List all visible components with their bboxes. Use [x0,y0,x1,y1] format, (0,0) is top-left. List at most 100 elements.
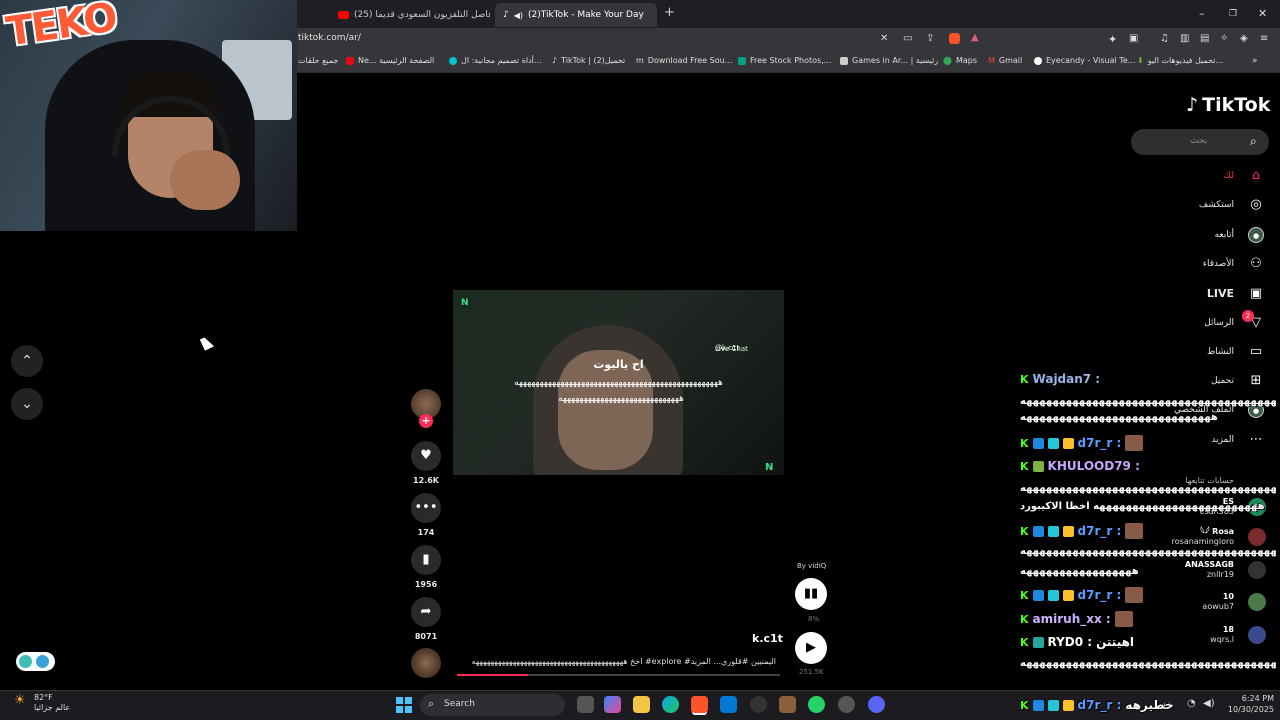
next-video-button[interactable]: ⌄ [11,388,43,420]
video-player[interactable]: N Live Chat @k.c1t اح ياليوت ههههههههههه… [453,290,784,475]
nav-item-label[interactable]: المزيد [1211,435,1234,445]
tiktok-logo[interactable]: ♪ TikTok [1186,94,1270,116]
chat-emote [1125,435,1144,451]
compass-icon[interactable]: ◎ [1248,197,1264,213]
url-field[interactable]: tiktok.com/ar/ [298,33,361,43]
no-tracking-icon[interactable]: ✕ [880,33,888,44]
upload-icon[interactable]: ⊞ [1248,373,1264,389]
follow-button[interactable]: + [419,414,433,428]
vidiq-toggle[interactable] [16,652,55,671]
whatsapp-icon[interactable] [808,696,825,713]
taskbar-clock[interactable]: 6:24 PM 10/30/2025 [1204,693,1274,715]
chat-username[interactable]: d7r_r : [1078,698,1122,712]
previous-video-button[interactable]: ⌃ [11,345,43,377]
search-icon[interactable]: ⌕ [1250,134,1257,149]
play-button[interactable]: ▶ [795,632,827,664]
following-avatar-icon[interactable]: ● [1248,227,1264,243]
friends-icon[interactable]: ⚇ [1248,256,1264,272]
bookmark-item[interactable]: جميع حلقات [298,56,338,65]
leo-icon[interactable]: ✧ [1220,33,1228,44]
bookmark-item[interactable]: Games in Ar... | رئيسية [840,56,938,65]
bookmark-item[interactable]: M Gmail [988,56,1022,65]
activity-icon[interactable]: ▭ [1248,344,1264,360]
following-account[interactable]: 18 wqrs.l [1210,625,1234,645]
start-button[interactable] [396,697,412,713]
bookmark-item[interactable]: ⬇ تحميل فيديوهات اليو... [1137,56,1223,65]
brave-rewards-icon[interactable]: ▲ [971,32,979,43]
tab-youtube[interactable]: (25) فاصل التلفزيون السعودي قديما - [330,3,490,27]
more-bookmarks-icon[interactable]: » [1252,56,1258,66]
vidiq-stats-button[interactable]: ▮▮ [795,578,827,610]
bookmark-item[interactable]: m Download Free Sou... [636,56,732,65]
kick-icon: K [1020,635,1029,649]
chat-badge-icon [1032,525,1044,537]
taskbar-search[interactable]: ⌕ Search [420,694,565,716]
screen-icon[interactable]: ▭ [903,33,912,44]
wallet-icon[interactable]: ▤ [1200,33,1209,44]
music-disc[interactable] [411,648,441,678]
save-button[interactable]: ▮ [411,545,441,575]
obs-icon[interactable] [750,696,767,713]
bookmark-item[interactable]: أداة تصميم مجانية: ال... [449,56,542,65]
share-button[interactable]: ➦ [411,597,441,627]
nav-item-label[interactable]: الرسائل [1204,318,1234,328]
home-icon[interactable]: ⌂ [1248,168,1264,184]
chat-username[interactable]: KHULOOD79 : [1048,459,1140,473]
pexels-icon [738,56,746,65]
video-author[interactable]: k.c1t [752,632,783,645]
copilot-icon[interactable] [604,696,621,713]
account-avatar[interactable] [1248,528,1266,546]
edge-icon[interactable] [662,696,679,713]
wifi-icon[interactable]: ◔ [1187,698,1196,709]
chat-username[interactable]: d7r_r : [1078,436,1122,450]
brave-icon[interactable] [691,696,708,713]
chat-username[interactable]: d7r_r : [1078,524,1122,538]
account-avatar[interactable] [1248,593,1266,611]
messages-badge: 2 [1242,310,1254,322]
vpn-icon[interactable]: ◈ [1240,33,1248,44]
app-icon[interactable] [779,696,796,713]
weather-widget[interactable]: 82°F عالم جزائيا [34,693,70,713]
task-view-icon[interactable] [577,696,594,713]
chrome-icon[interactable] [838,696,855,713]
extensions-icon[interactable]: ✦ [1108,33,1117,46]
chat-username[interactable]: RYD0 : [1048,635,1093,649]
chat-username[interactable]: d7r_r : [1078,588,1122,602]
close-window-button[interactable]: ✕ [1258,7,1267,20]
live-icon[interactable]: ▣ [1248,286,1264,302]
screenshot-icon[interactable]: ▣ [1129,33,1138,44]
account-avatar[interactable] [1248,626,1266,644]
like-button[interactable]: ♥ [411,441,441,471]
chat-username[interactable]: Wajdan7 : [1033,372,1101,386]
bookmark-item[interactable]: ⬤ Maps [943,56,977,65]
bookmark-item[interactable]: Ne... الصفحة الرئيسية [346,56,434,65]
nav-item-label[interactable]: لك [1224,171,1234,181]
new-tab-button[interactable]: + [664,5,675,20]
chat-username[interactable]: amiruh_xx : [1033,612,1111,626]
discord-icon[interactable] [868,696,885,713]
nav-item-label[interactable]: أتابعه [1215,230,1234,240]
music-icon[interactable]: ♫ [1160,33,1169,44]
menu-icon[interactable]: ≡ [1260,33,1268,44]
chat-badge-icon [1062,699,1074,711]
following-account[interactable]: 10 aowub7 [1202,592,1234,612]
minimize-button[interactable]: – [1199,7,1205,20]
nav-item-label[interactable]: النشاط [1207,347,1234,357]
comment-button[interactable]: ••• [411,493,441,523]
store-icon[interactable] [720,696,737,713]
sidebar-icon[interactable]: ▥ [1180,33,1189,44]
tab-tiktok[interactable]: ♪ ◀) (2)TikTok - Make Your Day ✕ [495,3,657,27]
file-explorer-icon[interactable] [633,696,650,713]
share-icon[interactable]: ⇪ [926,33,934,44]
restore-button[interactable]: ❐ [1229,9,1237,19]
following-account[interactable]: 𓆩𓆪 Rosa rosanamingloro [1172,527,1234,547]
nav-item-label[interactable]: تحميل [1211,376,1234,386]
nav-item-label[interactable]: استكشف [1199,200,1234,210]
bookmark-item[interactable]: Eyecandy - Visual Te... [1034,56,1135,65]
bookmark-item[interactable]: ♪ TikTok | (2)تحميل [552,56,625,65]
nav-item-label[interactable]: LIVE [1207,287,1234,300]
more-icon[interactable]: ⋯ [1248,432,1264,448]
brave-shield-icon[interactable] [949,33,960,44]
nav-item-label[interactable]: الأصدقاء [1203,259,1234,269]
bookmark-item[interactable]: Free Stock Photos,... [738,56,831,65]
